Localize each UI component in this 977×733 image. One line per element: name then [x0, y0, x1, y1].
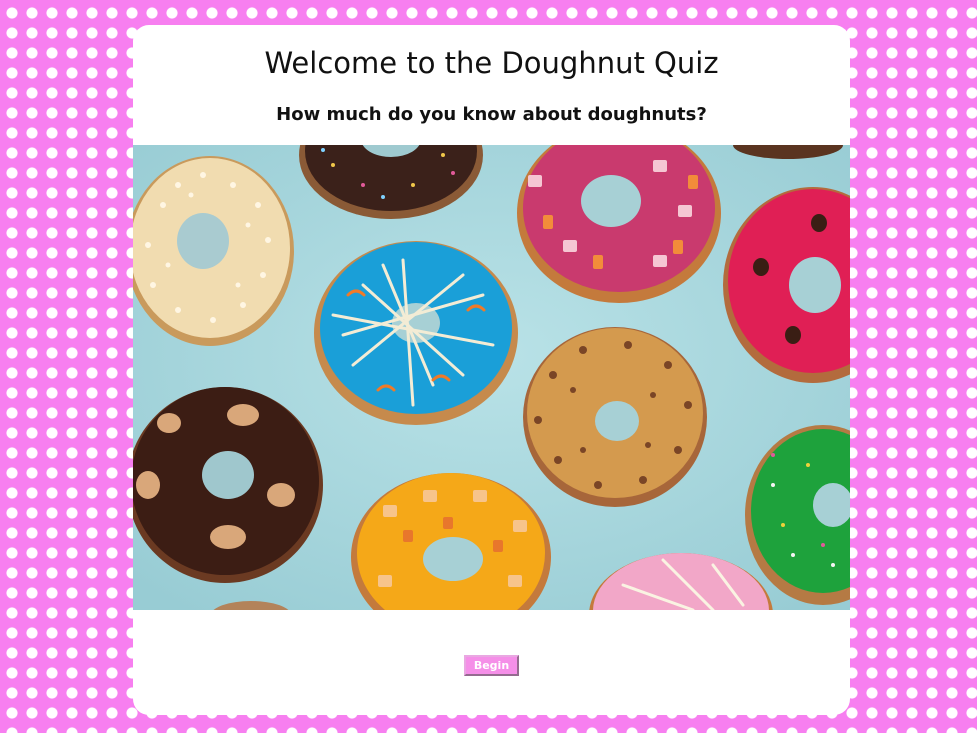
begin-button[interactable]: Begin [464, 655, 519, 676]
blue-chocolate-shavings-doughnut [314, 241, 518, 425]
doughnuts-hero-image [133, 145, 850, 610]
quiz-card: Welcome to the Doughnut Quiz How much do… [133, 25, 850, 715]
caramel-nut-doughnut [523, 327, 707, 507]
page-subtitle: How much do you know about doughnuts? [276, 104, 707, 125]
chocolate-walnut-doughnut [133, 387, 323, 583]
page-title: Welcome to the Doughnut Quiz [264, 46, 719, 80]
cream-doughnut [133, 156, 294, 346]
